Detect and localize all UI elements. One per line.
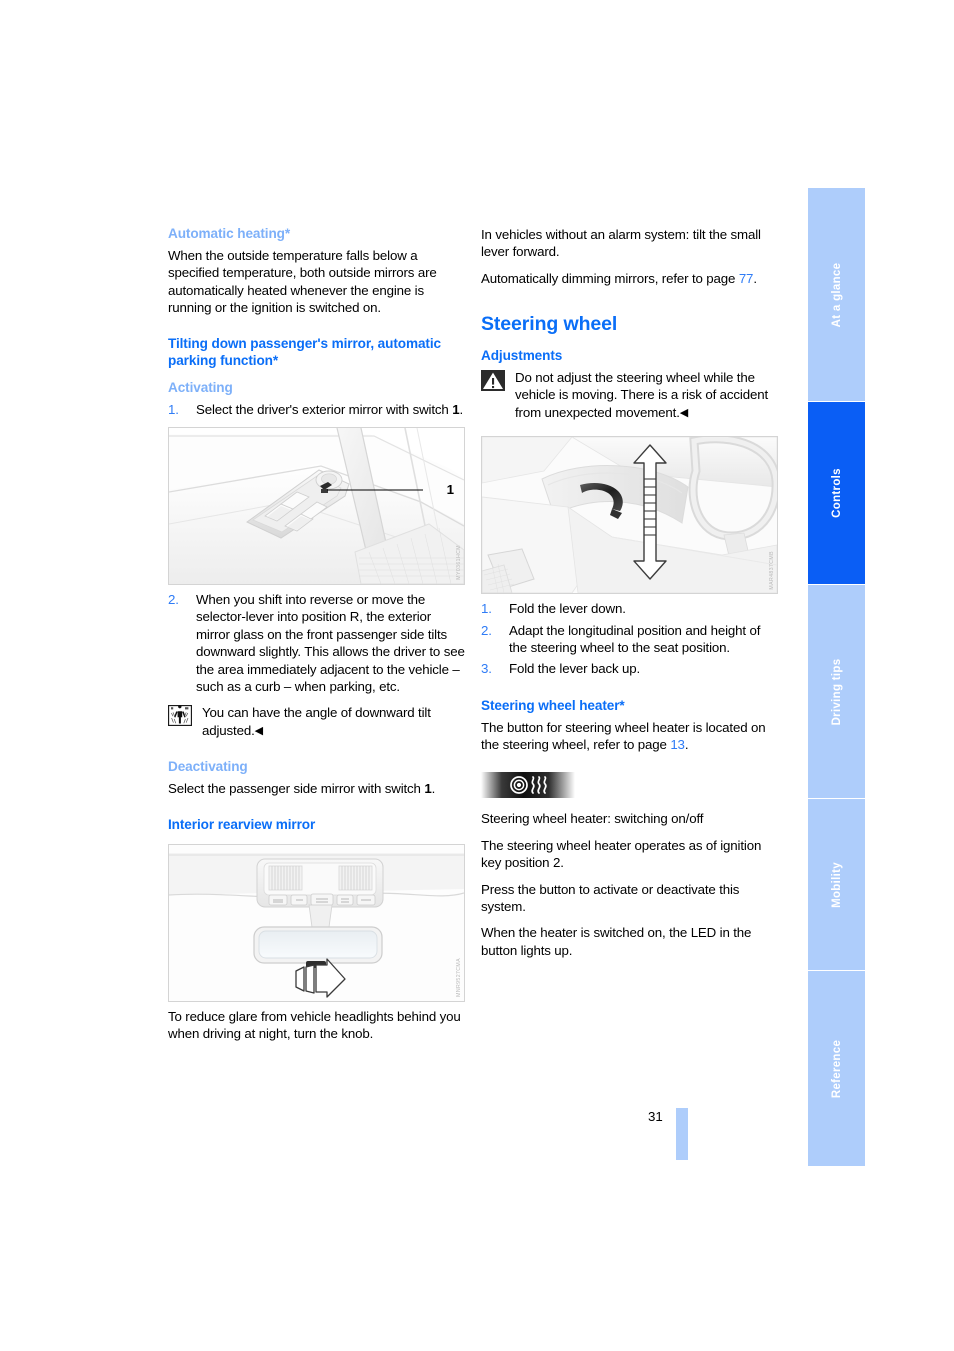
left-text-column: Automatic heating* When the outside temp… <box>167 226 465 1052</box>
list-activating-steps: Select the driver's exterior mirror with… <box>168 401 465 419</box>
caption-interior-mirror: To reduce glare from vehicle headlights … <box>168 1009 461 1042</box>
heading-interior-rearview-mirror: Interior rearview mirror <box>168 817 316 833</box>
paragraph-heater-press-button: Press the button to activate or deactiva… <box>481 881 740 914</box>
note-text: You can have the angle of downward tilt … <box>202 705 431 738</box>
right-text-column: In vehicles without an alarm system: til… <box>481 226 778 968</box>
tab-label: Driving tips <box>830 658 843 725</box>
list-steering-wheel-steps: Fold the lever down. Adapt the longitudi… <box>481 600 778 678</box>
figure-code: MAR4837CMB <box>769 550 775 590</box>
steering-column-illustration <box>482 437 777 594</box>
deactivating-text-pre: Select the passenger side mirror with sw… <box>168 780 425 796</box>
warning-triangle-icon <box>481 369 505 391</box>
step-text-pre: Select the driver's exterior mirror with… <box>196 401 453 417</box>
heading-adjustments: Adjustments <box>481 348 563 364</box>
list-item: When you shift into reverse or move the … <box>168 591 465 694</box>
figure-code: MY0361HCM <box>456 545 462 580</box>
deactivating-text-post: . <box>431 780 436 796</box>
paragraph-heater-led: When the heater is switched on, the LED … <box>481 925 752 958</box>
figure-callout-1: 1 <box>446 481 454 497</box>
tab-controls[interactable]: Controls <box>808 402 865 584</box>
list-item: Fold the lever back up. <box>481 660 641 678</box>
paragraph-heater-button-location: The button for steering wheel heater is … <box>481 719 778 754</box>
caption-heater-switching: Steering wheel heater: switching on/off <box>481 811 704 827</box>
tab-label: At a glance <box>830 262 843 327</box>
tab-label: Mobility <box>830 861 843 908</box>
page-number: 31 <box>648 1109 663 1124</box>
list-item: Select the driver's exterior mirror with… <box>168 401 465 419</box>
manual-page: At a glance Controls Driving tips Mobili… <box>0 0 954 1351</box>
service-dealer-icon <box>167 705 193 727</box>
heater-text-post: . <box>684 736 689 752</box>
tab-label: Controls <box>830 468 843 518</box>
dimming-text-pre: Automatically dimming mirrors, refer to … <box>481 270 739 286</box>
figure-interior-rearview-mirror: MNR9527CMA <box>168 844 465 1002</box>
end-marker: ◀ <box>679 406 689 419</box>
heading-deactivating: Deactivating <box>168 759 248 775</box>
heading-automatic-heating: Automatic heating* <box>168 226 291 241</box>
figure-door-switch-panel: 1 MY0361HCM <box>168 426 465 585</box>
page-reference-link[interactable]: 13 <box>670 737 685 752</box>
list-activating-steps-continued: When you shift into reverse or move the … <box>168 591 465 695</box>
page-reference-link[interactable]: 77 <box>739 271 754 286</box>
step-text-post: . <box>459 401 463 417</box>
section-tab-rail: At a glance Controls Driving tips Mobili… <box>808 188 865 1166</box>
heading-activating: Activating <box>168 379 233 395</box>
paragraph-automatic-heating: When the outside temperature falls below… <box>168 247 437 315</box>
tab-driving-tips[interactable]: Driving tips <box>808 585 865 798</box>
heading-steering-wheel-heater: Steering wheel heater* <box>481 697 625 713</box>
paragraph-no-alarm-system: In vehicles without an alarm system: til… <box>481 227 761 260</box>
steering-wheel-heater-icon <box>510 776 547 795</box>
switch-number: 1 <box>424 780 432 796</box>
end-marker: ◀ <box>254 724 263 737</box>
rearview-mirror-illustration <box>169 845 464 1001</box>
tab-at-a-glance[interactable]: At a glance <box>808 188 865 401</box>
paragraph-deactivating: Select the passenger side mirror with sw… <box>168 780 465 797</box>
figure-code: MNR9527CMA <box>456 958 462 997</box>
warning-steering-wheel: Do not adjust the steering wheel while t… <box>481 369 778 421</box>
page-title: Steering wheel <box>481 313 618 336</box>
steering-wheel-heater-button[interactable] <box>481 772 575 799</box>
note-downward-tilt: You can have the angle of downward tilt … <box>167 704 465 739</box>
tab-mobility[interactable]: Mobility <box>808 799 865 970</box>
list-item: Fold the lever down. <box>481 600 626 618</box>
list-item: Adapt the longitudinal position and heig… <box>481 622 761 655</box>
page-edge-marker <box>676 1108 688 1160</box>
paragraph-heater-ignition: The steering wheel heater operates as of… <box>481 837 762 871</box>
paragraph-dimming-mirrors: Automatically dimming mirrors, refer to … <box>481 270 778 287</box>
door-switch-panel-illustration <box>169 427 464 584</box>
tab-label: Reference <box>830 1039 843 1098</box>
tab-reference[interactable]: Reference <box>808 971 865 1166</box>
heading-tilting-down-passengers-mirror: Tilting down passenger's mirror, automat… <box>168 336 441 369</box>
warning-text: Do not adjust the steering wheel while t… <box>515 369 768 420</box>
heater-text-pre: The button for steering wheel heater is … <box>481 719 766 752</box>
figure-steering-column-lever: MAR4837CMB <box>481 436 778 595</box>
dimming-text-post: . <box>753 270 757 286</box>
